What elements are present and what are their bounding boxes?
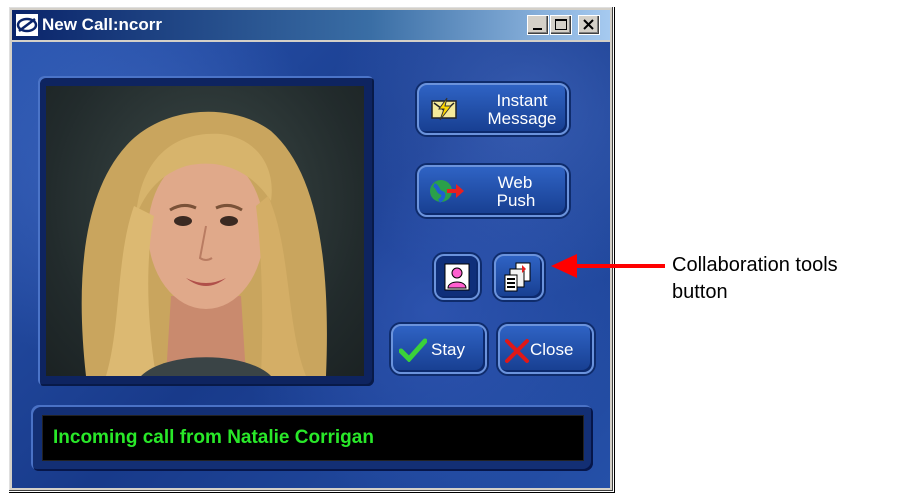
- annotation-line-2: button: [672, 281, 728, 303]
- maximize-button[interactable]: [550, 15, 572, 35]
- contact-button[interactable]: [434, 254, 480, 300]
- annotation-arrow-icon: [551, 254, 577, 278]
- status-message: Incoming call from Natalie Corrigan: [53, 427, 374, 448]
- web-push-label-1: Web: [497, 173, 533, 192]
- instant-message-label-2: Message: [487, 109, 557, 128]
- collaboration-tools-icon: [504, 262, 531, 292]
- maximize-icon: [555, 19, 567, 30]
- video-frame: [38, 76, 374, 386]
- minimize-icon: [533, 28, 542, 30]
- close-icon: [583, 19, 594, 30]
- instant-message-label-1: Instant: [496, 91, 548, 110]
- call-window: New Call:ncorr Instant Message Web Push …: [8, 6, 614, 492]
- stay-button[interactable]: Stay: [391, 324, 487, 374]
- collaboration-tools-button[interactable]: [494, 254, 544, 300]
- status-panel: Incoming call from Natalie Corrigan: [31, 405, 593, 471]
- web-push-globe-icon: [430, 180, 464, 203]
- status-display: Incoming call from Natalie Corrigan: [42, 415, 584, 461]
- instant-message-icon: [431, 97, 457, 121]
- annotation-arrow-line: [575, 264, 665, 268]
- instant-message-button[interactable]: Instant Message: [417, 83, 569, 135]
- close-label: Close: [530, 340, 574, 359]
- title-bar[interactable]: New Call:ncorr: [12, 10, 610, 40]
- close-call-button[interactable]: Close: [498, 324, 594, 374]
- annotation-line-1: Collaboration tools: [672, 254, 838, 276]
- caller-portrait: [81, 111, 327, 376]
- web-push-label-2: Push: [496, 191, 536, 210]
- web-push-button[interactable]: Web Push: [417, 165, 569, 217]
- caller-video: [46, 86, 364, 376]
- app-logo-icon: [16, 14, 38, 36]
- call-panel: Instant Message Web Push Stay Close Inco…: [12, 42, 610, 488]
- annotation-label: Collaboration tools button: [672, 252, 838, 306]
- contact-person-icon: [444, 263, 470, 291]
- minimize-button[interactable]: [527, 15, 549, 35]
- red-x-icon: [505, 339, 529, 363]
- checkmark-icon: [399, 338, 427, 362]
- window-title: New Call:ncorr: [42, 15, 162, 34]
- stay-label: Stay: [431, 340, 466, 359]
- window-close-button[interactable]: [578, 15, 600, 35]
